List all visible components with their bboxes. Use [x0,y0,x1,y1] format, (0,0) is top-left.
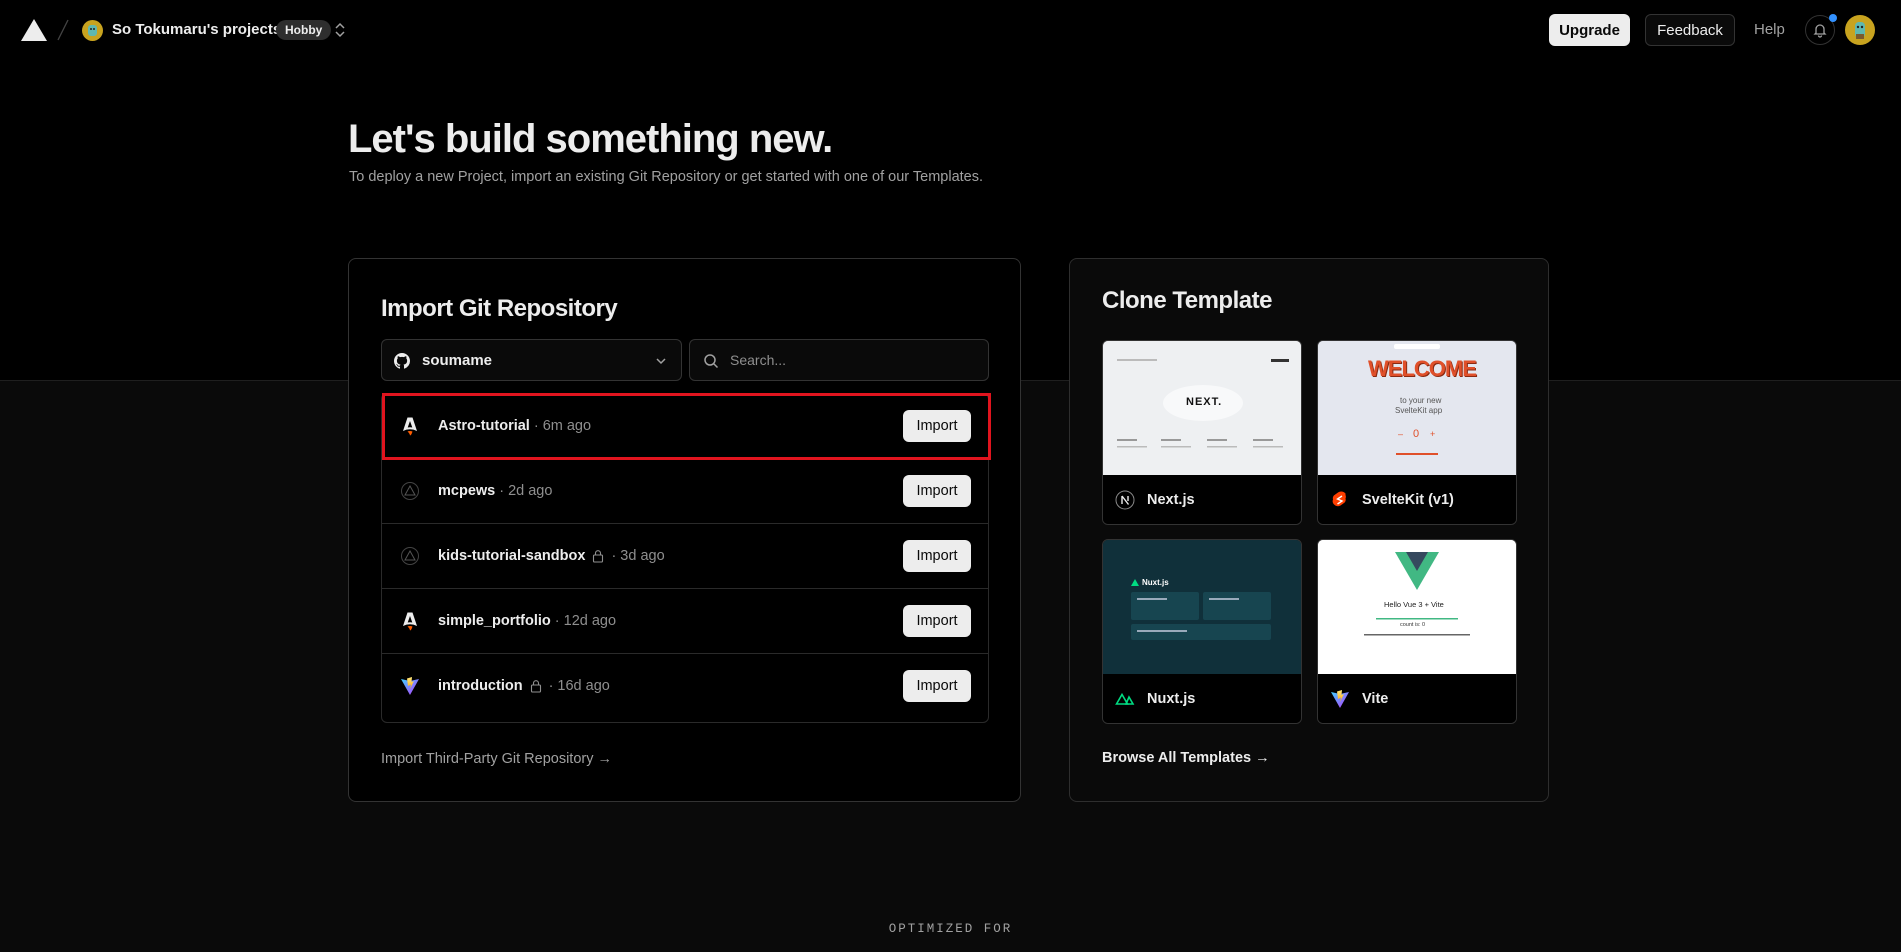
repo-row[interactable]: kids-tutorial-sandbox · 3d ago Import [382,524,988,589]
import-button[interactable]: Import [903,540,971,572]
bell-icon [1813,24,1827,38]
template-name: Vite [1362,691,1389,707]
highlight-box [382,393,991,460]
repo-name: simple_portfolio [438,613,551,629]
vite-preview-counter: count is: 0 [1400,622,1426,628]
team-name[interactable]: So Tokumaru's projects [112,20,281,40]
upgrade-button[interactable]: Upgrade [1549,14,1630,46]
nuxt-preview-logo-text: Nuxt.js [1142,578,1169,587]
lock-icon [593,550,604,563]
template-preview: Hello Vue 3 + Vite count is: 0 [1318,540,1516,674]
chevron-down-icon [656,358,666,365]
page-subtitle: To deploy a new Project, import an exist… [349,169,984,185]
template-name: SvelteKit (v1) [1362,492,1454,508]
repo-updated-time: 3d ago [620,548,665,564]
browse-all-templates-link[interactable]: Browse All Templates → [1102,750,1270,766]
team-avatar[interactable] [82,20,103,41]
repo-separator: · [499,483,505,499]
repo-row[interactable]: introduction · 16d ago Import [382,654,988,719]
top-nav: So Tokumaru's projects Hobby Upgrade Fee… [0,0,1901,60]
template-vite[interactable]: Hello Vue 3 + Vite count is: 0 Vite [1317,539,1517,724]
repo-row[interactable]: mcpews · 2d ago Import [382,459,988,524]
template-sveltekit[interactable]: WELCOME to your new SvelteKit app 0 – + … [1317,340,1517,525]
repo-separator: · [554,613,560,629]
chevron-up-down-icon[interactable] [333,21,347,39]
github-icon [394,353,410,369]
template-preview: NEXT. [1103,341,1301,475]
template-card-title: Clone Template [1102,287,1272,314]
svelte-icon [1332,491,1346,507]
import-git-repository-card: Import Git Repository soumame Astro-tuto… [348,258,1021,802]
template-name: Nuxt.js [1147,691,1196,707]
nuxt-icon [1115,692,1135,705]
template-nextjs[interactable]: NEXT. Next.js [1102,340,1302,525]
repo-updated-time: 16d ago [557,678,610,694]
page-title: Let's build something new. [348,117,833,161]
repo-row[interactable]: simple_portfolio · 12d ago Import [382,589,988,654]
import-button[interactable]: Import [903,670,971,702]
nextjs-preview-text: NEXT. [1186,396,1223,408]
repo-updated-time: 2d ago [508,483,553,499]
repo-name: kids-tutorial-sandbox [438,548,586,564]
template-preview: WELCOME to your new SvelteKit app 0 – + [1318,341,1516,475]
import-third-party-link[interactable]: Import Third-Party Git Repository → [381,751,612,767]
vite-preview-heading: Hello Vue 3 + Vite [1384,600,1444,609]
template-nuxtjs[interactable]: Nuxt.js Nuxt.js [1102,539,1302,724]
lock-icon [530,680,541,693]
repo-separator: · [548,678,554,694]
astro-icon [403,612,417,631]
nextjs-icon [1115,490,1135,510]
search-icon [704,354,719,369]
repo-search-input[interactable] [730,350,970,370]
breadcrumb-slash-icon [57,19,69,41]
generic-repo-icon [401,547,419,565]
notification-dot [1829,14,1837,22]
vercel-logo-icon[interactable] [21,19,47,41]
plan-badge: Hobby [276,20,332,40]
repo-name: mcpews [438,483,496,499]
help-link[interactable]: Help [1754,21,1785,38]
vite-icon [1331,690,1349,708]
import-button[interactable]: Import [903,605,971,637]
feedback-button[interactable]: Feedback [1645,14,1735,46]
repo-updated-time: 12d ago [563,613,617,629]
optimized-for-label: OPTIMIZED FOR [888,922,1013,936]
import-button[interactable]: Import [903,475,971,507]
template-preview: Nuxt.js [1103,540,1301,674]
clone-template-card: Clone Template NEXT. Next.js WELCOME to … [1069,258,1549,802]
git-account-select[interactable]: soumame [381,339,682,381]
vite-icon [401,677,419,695]
generic-repo-icon [401,482,419,500]
user-avatar[interactable] [1845,15,1875,45]
repo-name: introduction [438,678,523,694]
git-account-label: soumame [422,352,493,369]
import-card-title: Import Git Repository [381,295,618,322]
repo-search-box[interactable] [689,339,989,381]
repo-separator: · [611,548,617,564]
template-name: Next.js [1147,492,1195,508]
